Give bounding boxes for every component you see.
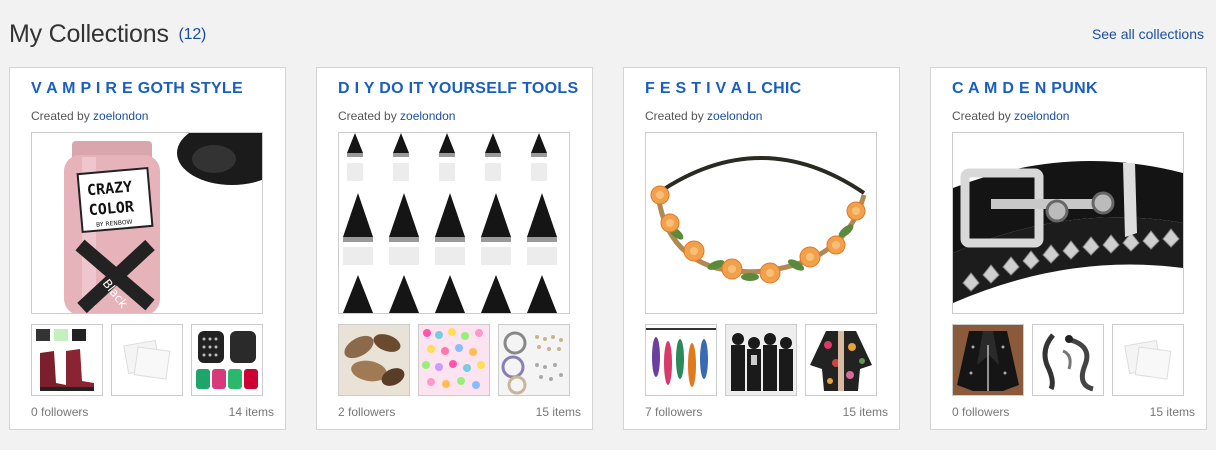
thumbnail-feather-earrings[interactable] [645, 324, 717, 396]
thumbnail-boots[interactable] [31, 324, 103, 396]
items-count: 15 items [842, 405, 888, 419]
page-title: My Collections (12) [9, 20, 206, 49]
created-by: Created by zoelondon [31, 109, 148, 123]
collection-card-diy-tools[interactable]: D I Y DO IT YOURSELF TOOLS Created by zo… [316, 67, 593, 430]
created-by: Created by zoelondon [952, 109, 1069, 123]
collection-title[interactable]: D I Y DO IT YOURSELF TOOLS [338, 80, 578, 98]
collection-card-vampire-goth[interactable]: V A M P I R E GOTH STYLE Created by zoel… [9, 67, 286, 430]
created-by-label: Created by [645, 109, 704, 123]
placeholder-photo-icon[interactable] [111, 324, 183, 396]
collection-main-image[interactable] [645, 132, 877, 314]
page-title-text: My Collections [9, 20, 169, 48]
thumbnail-colorful-beads[interactable] [418, 324, 490, 396]
creator-link[interactable]: zoelondon [1014, 109, 1069, 123]
created-by: Created by zoelondon [338, 109, 455, 123]
items-count: 14 items [228, 405, 274, 419]
thumbnail-floral-kimono[interactable] [805, 324, 877, 396]
page-header: My Collections (12) See all collections [9, 20, 1204, 52]
creator-link[interactable]: zoelondon [93, 109, 148, 123]
collections-grid: V A M P I R E GOTH STYLE Created by zoel… [9, 67, 1209, 430]
thumbnail-band-photo[interactable] [725, 324, 797, 396]
created-by: Created by zoelondon [645, 109, 762, 123]
followers-count: 0 followers [952, 405, 1010, 419]
followers-count: 0 followers [31, 405, 89, 419]
collection-main-image[interactable] [952, 132, 1184, 314]
collection-title[interactable]: F E S T I V A L CHIC [645, 80, 802, 98]
placeholder-photo-icon[interactable] [1112, 324, 1184, 396]
collection-card-festival-chic[interactable]: F E S T I V A L CHIC Created by zoelondo… [623, 67, 900, 430]
followers-count: 7 followers [645, 405, 703, 419]
collection-card-camden-punk[interactable]: C A M D E N PUNK Created by zoelondon 0 … [930, 67, 1207, 430]
thumbnail-craft-supplies[interactable] [498, 324, 570, 396]
created-by-label: Created by [952, 109, 1011, 123]
followers-count: 2 followers [338, 405, 396, 419]
thumbnail-dragon-ear-cuff[interactable] [1032, 324, 1104, 396]
collection-count: (12) [178, 26, 207, 43]
collection-title[interactable]: C A M D E N PUNK [952, 80, 1098, 98]
created-by-label: Created by [338, 109, 397, 123]
created-by-label: Created by [31, 109, 90, 123]
thumbnail-feathers[interactable] [338, 324, 410, 396]
collection-main-image[interactable] [338, 132, 570, 314]
creator-link[interactable]: zoelondon [400, 109, 455, 123]
see-all-collections-link[interactable]: See all collections [1092, 26, 1204, 42]
thumbnail-studded-backpacks[interactable] [191, 324, 263, 396]
items-count: 15 items [1149, 405, 1195, 419]
items-count: 15 items [535, 405, 581, 419]
collection-title[interactable]: V A M P I R E GOTH STYLE [31, 80, 243, 98]
collection-main-image[interactable]: CRAZY COLOR BY RENBOW Black [31, 132, 263, 314]
creator-link[interactable]: zoelondon [707, 109, 762, 123]
thumbnail-leather-jacket[interactable] [952, 324, 1024, 396]
